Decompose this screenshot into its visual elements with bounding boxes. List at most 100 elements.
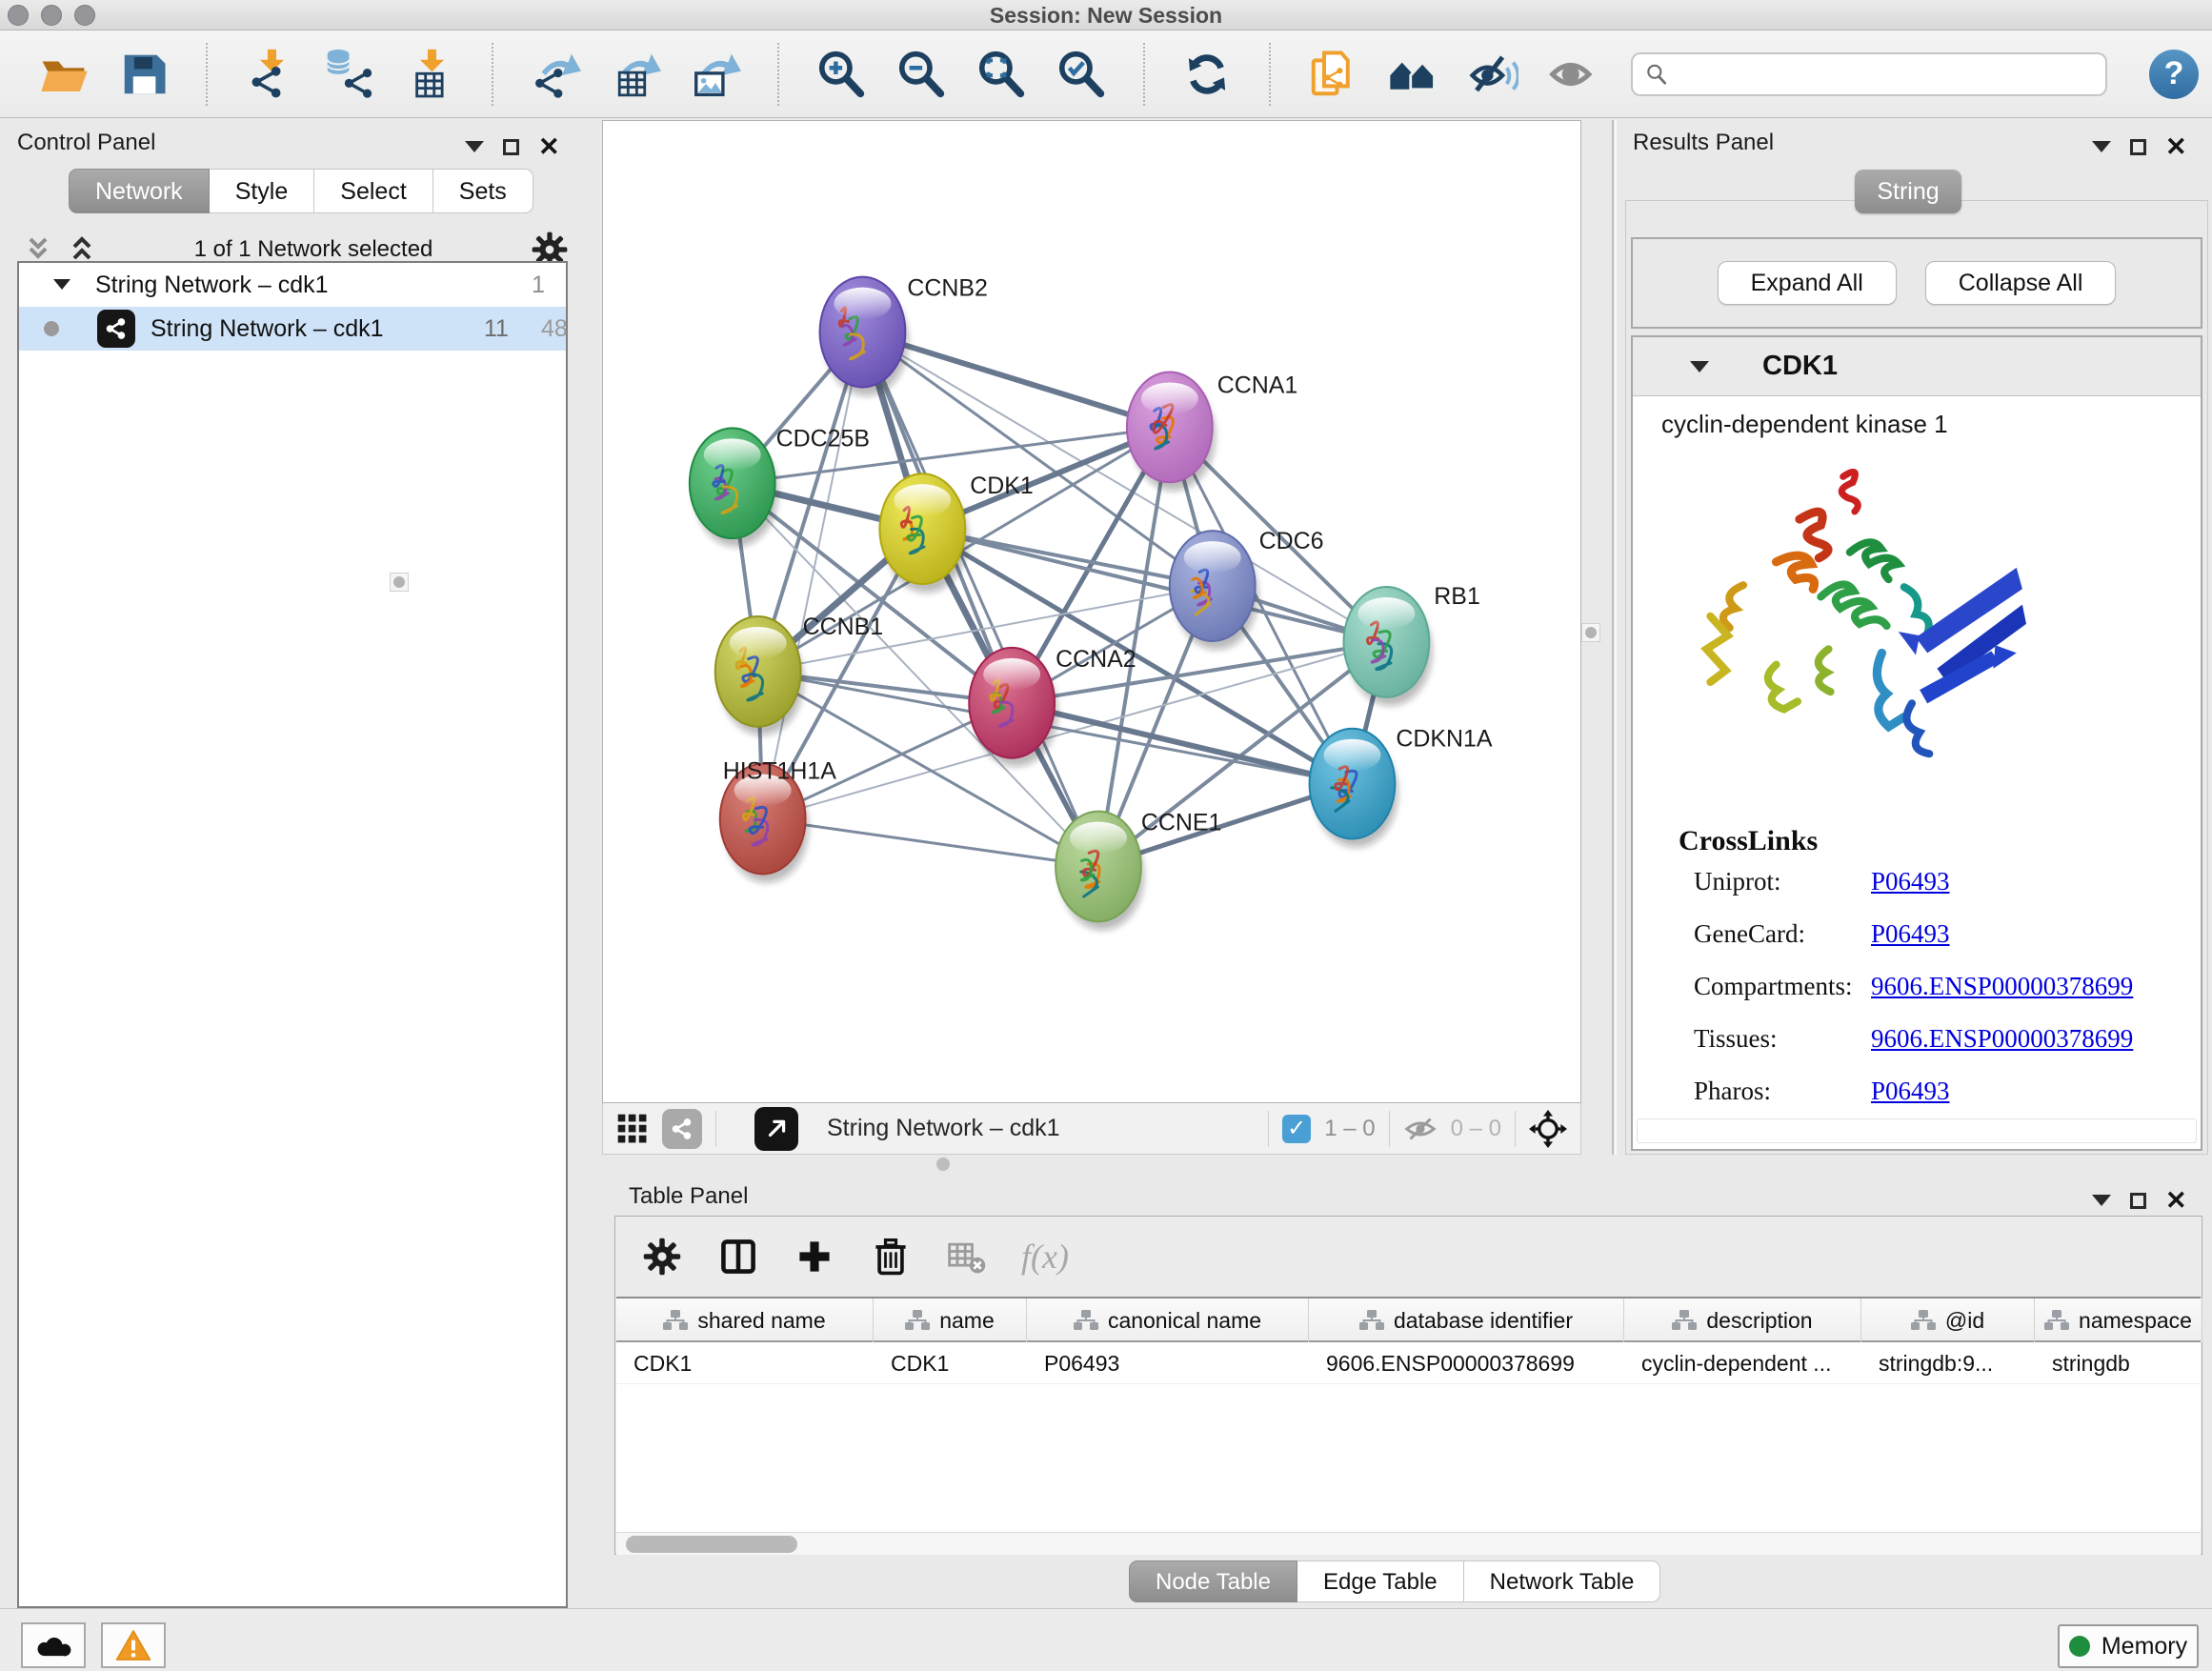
collection-expander-icon[interactable]	[53, 279, 70, 298]
show-columns-icon[interactable]	[716, 1235, 760, 1278]
tab-style[interactable]: Style	[210, 169, 315, 213]
table-panel-close-button[interactable]: ✕	[2165, 1191, 2187, 1210]
search-input[interactable]	[1677, 61, 2094, 88]
tab-network[interactable]: Network	[69, 169, 210, 213]
network-node-cdkn1a[interactable]: CDKN1A	[1310, 726, 1493, 848]
results-entry-header[interactable]: CDK1	[1633, 337, 2201, 396]
network-edge[interactable]	[1012, 703, 1352, 784]
export-table-button[interactable]	[608, 47, 663, 102]
delete-table-icon[interactable]	[945, 1235, 989, 1278]
tab-select[interactable]: Select	[314, 169, 432, 213]
results-scrollbar[interactable]	[1637, 1118, 2197, 1143]
tab-sets[interactable]: Sets	[433, 169, 533, 213]
crosslink-link[interactable]: P06493	[1871, 919, 1950, 949]
search-box[interactable]	[1631, 52, 2107, 96]
hidden-eye-slash-icon[interactable]	[1403, 1115, 1438, 1143]
fit-selected-crosshair-icon[interactable]	[1529, 1110, 1567, 1148]
column-header-canonical-name[interactable]: canonical name	[1027, 1299, 1309, 1342]
delete-column-trash-icon[interactable]	[869, 1235, 913, 1278]
tab-network-table[interactable]: Network Table	[1464, 1560, 1661, 1602]
scrollbar-thumb[interactable]	[626, 1536, 797, 1553]
collapse-all-button[interactable]: Collapse All	[1925, 261, 2117, 305]
network-row-selected[interactable]: String Network – cdk1 11 48	[19, 307, 566, 351]
column-header-shared-name[interactable]: shared name	[616, 1299, 874, 1342]
duplicate-network-button[interactable]	[1305, 47, 1360, 102]
network-node-rb1[interactable]: RB1	[1343, 583, 1479, 706]
tab-edge-table[interactable]: Edge Table	[1297, 1560, 1464, 1602]
table-panel-float-button[interactable]	[2130, 1193, 2146, 1209]
open-session-button[interactable]	[36, 47, 91, 102]
warnings-button[interactable]	[101, 1622, 166, 1668]
control-panel-float-button[interactable]	[503, 139, 519, 155]
network-node-ccne1[interactable]: CCNE1	[1056, 810, 1221, 931]
refresh-view-button[interactable]	[1179, 47, 1235, 102]
crosslink-link[interactable]: 9606.ENSP00000378699	[1871, 972, 2133, 1001]
table-settings-gear-icon[interactable]	[640, 1235, 684, 1278]
table-cell[interactable]: P06493	[1027, 1342, 1309, 1384]
entry-expander-icon[interactable]	[1690, 361, 1709, 382]
column-header-database-identifier[interactable]: database identifier	[1309, 1299, 1624, 1342]
save-session-button[interactable]	[116, 47, 171, 102]
detach-view-icon[interactable]	[754, 1107, 798, 1151]
network-view-canvas[interactable]: CCNB2CCNA1CDC25BCDK1CDC6RB1CCNB1CCNA2CDK…	[602, 120, 1581, 1103]
network-node-cdc6[interactable]: CDC6	[1170, 528, 1324, 650]
show-all-button[interactable]	[1545, 47, 1600, 102]
horizontal-splitter-handle[interactable]	[936, 1158, 950, 1171]
network-node-cdk1[interactable]: CDK1	[879, 473, 1033, 593]
network-node-hist1h1a[interactable]: HIST1H1A	[720, 758, 837, 883]
network-edge[interactable]	[862, 332, 1098, 867]
import-network-from-database-button[interactable]	[322, 47, 377, 102]
column-header-name[interactable]: name	[874, 1299, 1027, 1342]
help-button[interactable]: ?	[2149, 50, 2199, 99]
tab-node-table[interactable]: Node Table	[1129, 1560, 1297, 1602]
table-cell[interactable]: stringdb	[2035, 1342, 2202, 1384]
zoom-selected-region-button[interactable]	[1054, 47, 1109, 102]
table-cell[interactable]: cyclin-dependent ...	[1624, 1342, 1861, 1384]
results-panel-float-button[interactable]	[2130, 139, 2146, 155]
network-share-icon[interactable]	[662, 1109, 702, 1149]
control-panel-close-button[interactable]: ✕	[538, 137, 560, 156]
memory-button[interactable]: Memory	[2058, 1624, 2199, 1668]
function-builder-icon[interactable]: f(x)	[1021, 1237, 1069, 1277]
table-row[interactable]: CDK1CDK1P064939606.ENSP00000378699cyclin…	[616, 1342, 2201, 1384]
zoom-in-button[interactable]	[814, 47, 869, 102]
vertical-splitter[interactable]	[1612, 120, 1617, 1155]
table-horizontal-scrollbar[interactable]	[616, 1532, 2201, 1555]
column-header--id[interactable]: @id	[1861, 1299, 2035, 1342]
crosslink-link[interactable]: P06493	[1871, 867, 1950, 896]
export-network-button[interactable]	[528, 47, 583, 102]
expand-all-button[interactable]: Expand All	[1718, 261, 1897, 305]
column-header-namespace[interactable]: namespace	[2035, 1299, 2202, 1342]
zoom-fit-content-button[interactable]	[974, 47, 1029, 102]
table-cell[interactable]: CDK1	[874, 1342, 1027, 1384]
table-panel-collapse-icon[interactable]	[2092, 1195, 2111, 1216]
table-cell[interactable]: CDK1	[616, 1342, 874, 1384]
splitter-handle[interactable]	[390, 573, 409, 592]
network-node-cdc25b[interactable]: CDC25B	[690, 425, 870, 547]
control-panel-collapse-icon[interactable]	[465, 141, 484, 162]
results-panel-collapse-icon[interactable]	[2092, 141, 2111, 162]
splitter-handle-right[interactable]	[1581, 623, 1600, 642]
column-header-description[interactable]: description	[1624, 1299, 1861, 1342]
network-node-ccna2[interactable]: CCNA2	[969, 646, 1136, 767]
network-node-ccnb2[interactable]: CCNB2	[820, 275, 988, 396]
expand-all-networks-icon[interactable]	[23, 235, 53, 264]
collapse-all-networks-icon[interactable]	[67, 235, 97, 264]
zoom-out-button[interactable]	[894, 47, 949, 102]
crosslink-link[interactable]: P06493	[1871, 1077, 1950, 1106]
import-network-from-file-button[interactable]	[242, 47, 297, 102]
tab-string[interactable]: String	[1855, 170, 1961, 213]
export-image-button[interactable]	[688, 47, 743, 102]
import-table-from-file-button[interactable]	[402, 47, 457, 102]
table-cell[interactable]: 9606.ENSP00000378699	[1309, 1342, 1624, 1384]
create-column-plus-icon[interactable]	[793, 1235, 836, 1278]
grid-view-icon[interactable]	[616, 1113, 649, 1145]
selected-checkbox-icon[interactable]: ✓	[1282, 1115, 1311, 1143]
table-cell[interactable]: stringdb:9...	[1861, 1342, 2035, 1384]
network-edge[interactable]	[862, 332, 1169, 428]
results-panel-close-button[interactable]: ✕	[2165, 137, 2187, 156]
network-node-ccna1[interactable]: CCNA1	[1127, 372, 1297, 491]
hide-selected-button[interactable]	[1465, 47, 1520, 102]
cloud-tasks-button[interactable]	[21, 1622, 86, 1668]
network-collection-row[interactable]: String Network – cdk1 1	[19, 263, 566, 307]
